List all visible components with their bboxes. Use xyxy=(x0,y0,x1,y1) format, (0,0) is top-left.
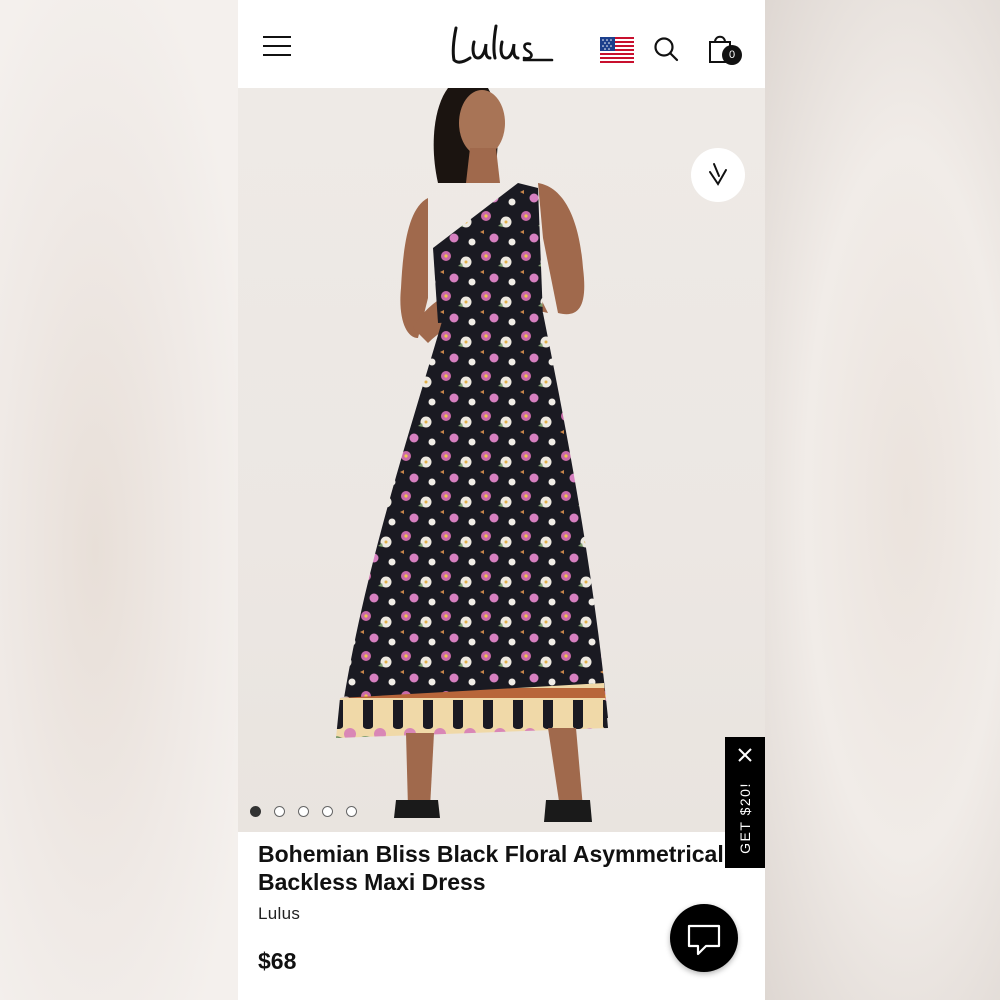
carousel-dot-4[interactable] xyxy=(322,806,333,817)
image-carousel-dots xyxy=(250,806,357,817)
cart-count-badge: 0 xyxy=(722,45,742,65)
chat-bubble-icon xyxy=(687,924,721,956)
chat-button[interactable] xyxy=(670,904,738,972)
promo-tab[interactable]: GET $20! xyxy=(725,737,765,868)
us-flag-icon[interactable] xyxy=(600,37,634,63)
carousel-dot-1[interactable] xyxy=(250,806,261,817)
hamburger-menu-icon[interactable] xyxy=(263,36,291,58)
search-icon[interactable] xyxy=(653,36,679,62)
product-title: Bohemian Bliss Black Floral Asymmetrical… xyxy=(258,841,724,895)
mobile-viewport: 0 Bohemian Bliss Black Floral Asymmetric… xyxy=(238,0,765,1000)
carousel-dot-5[interactable] xyxy=(346,806,357,817)
carousel-dot-3[interactable] xyxy=(298,806,309,817)
background-blur-right xyxy=(765,0,1000,1000)
close-icon[interactable] xyxy=(735,745,755,765)
carousel-dot-2[interactable] xyxy=(274,806,285,817)
heart-outline-icon xyxy=(709,163,727,186)
product-image[interactable] xyxy=(238,88,765,832)
product-brand-link[interactable]: Lulus xyxy=(258,904,300,924)
background-blur-left xyxy=(0,0,238,1000)
product-price: $68 xyxy=(258,948,297,974)
site-header: 0 xyxy=(238,0,765,88)
wishlist-button[interactable] xyxy=(691,148,745,202)
promo-label: GET $20! xyxy=(737,782,753,854)
model-photo xyxy=(336,88,608,822)
lulus-logo[interactable] xyxy=(448,20,554,68)
